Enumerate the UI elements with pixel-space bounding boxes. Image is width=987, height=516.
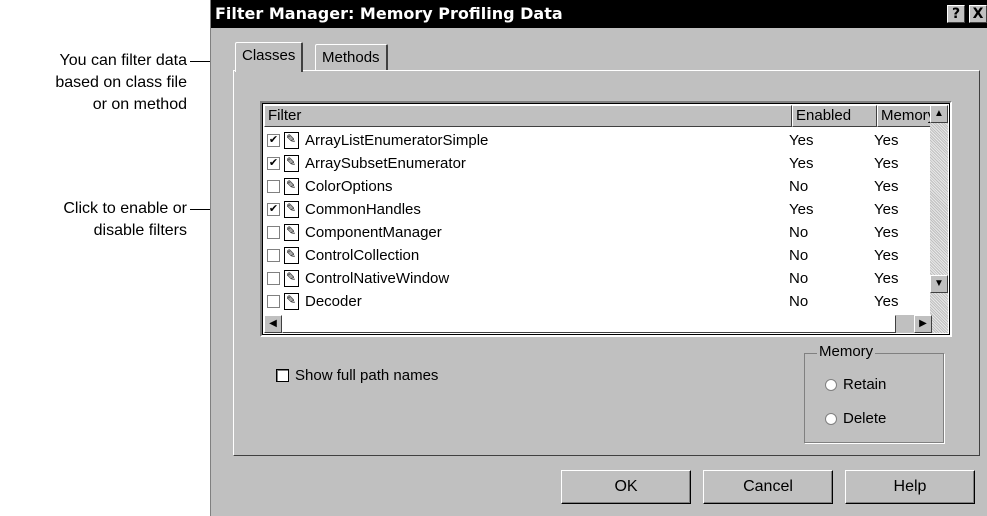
horizontal-scroll-thumb[interactable] — [282, 315, 896, 333]
vertical-scrollbar[interactable]: ▲ ▼ — [930, 105, 948, 333]
callout-line-2: disable filters — [93, 222, 187, 239]
scroll-left-button[interactable]: ◀ — [264, 315, 282, 333]
column-header-memory[interactable]: Memory — [877, 105, 934, 127]
retain-label: Retain — [843, 376, 887, 393]
tab-panel-classes: Filter Enabled Memory ArrayListEnumerato… — [233, 70, 980, 456]
delete-label: Delete — [843, 410, 887, 427]
show-full-path-label: Show full path names — [295, 367, 439, 384]
filter-manager-dialog: Filter Manager: Memory Profiling Data ? … — [210, 0, 987, 516]
row-enabled-value: No — [789, 269, 809, 287]
row-enabled-value: No — [789, 177, 809, 195]
close-button[interactable]: X — [969, 5, 987, 23]
show-full-path-checkbox[interactable]: Show full path names — [276, 367, 438, 384]
row-filter-name: Decoder — [305, 292, 362, 310]
tab-methods-label: Methods — [322, 49, 380, 66]
row-enabled-value: Yes — [789, 131, 814, 149]
row-enable-checkbox[interactable] — [267, 133, 280, 147]
callout-line-1: You can filter data — [59, 52, 188, 69]
list-header: Filter Enabled Memory — [264, 105, 934, 127]
row-filter-name: ControlCollection — [305, 246, 420, 264]
row-filter-name: ControlNativeWindow — [305, 269, 450, 287]
list-row[interactable]: ComponentManager No Yes — [264, 221, 932, 243]
ok-button[interactable]: OK — [561, 470, 691, 504]
list-row[interactable]: Decoder No Yes — [264, 290, 932, 312]
dialog-title: Filter Manager: Memory Profiling Data — [215, 4, 563, 23]
row-filter-name: ArraySubsetEnumerator — [305, 154, 466, 172]
row-enable-checkbox[interactable] — [267, 248, 280, 262]
class-file-icon — [284, 154, 299, 172]
callout-filter-type: You can filter data based on class file … — [55, 50, 187, 116]
filter-list[interactable]: Filter Enabled Memory ArrayListEnumerato… — [260, 101, 952, 337]
column-header-filter[interactable]: Filter — [264, 105, 792, 127]
row-enabled-value: Yes — [789, 200, 814, 218]
row-enable-checkbox[interactable] — [267, 294, 280, 308]
row-memory-value: Yes — [874, 246, 899, 264]
memory-groupbox: Memory Retain Delete — [804, 343, 944, 443]
row-memory-value: Yes — [874, 154, 899, 172]
title-bar: Filter Manager: Memory Profiling Data ? … — [211, 0, 987, 28]
row-memory-value: Yes — [874, 269, 899, 287]
row-enable-checkbox[interactable] — [267, 179, 280, 193]
retain-radio[interactable]: Retain — [825, 376, 886, 393]
class-file-icon — [284, 200, 299, 218]
class-file-icon — [284, 223, 299, 241]
row-memory-value: Yes — [874, 177, 899, 195]
row-enable-checkbox[interactable] — [267, 225, 280, 239]
row-filter-name: ComponentManager — [305, 223, 442, 241]
callout-line-3: or on method — [92, 96, 187, 113]
class-file-icon — [284, 292, 299, 310]
row-enabled-value: No — [789, 246, 809, 264]
row-enabled-value: No — [789, 223, 809, 241]
list-row[interactable]: ControlNativeWindow No Yes — [264, 267, 932, 289]
list-row[interactable]: ArrayListEnumeratorSimple Yes Yes — [264, 129, 932, 151]
scroll-right-button[interactable]: ▶ — [914, 315, 932, 333]
scroll-up-button[interactable]: ▲ — [930, 105, 948, 123]
row-memory-value: Yes — [874, 223, 899, 241]
column-header-enabled[interactable]: Enabled — [792, 105, 877, 127]
class-file-icon — [284, 246, 299, 264]
help-title-button[interactable]: ? — [947, 5, 965, 23]
callout-line-1: Click to enable or — [63, 200, 187, 217]
row-enable-checkbox[interactable] — [267, 156, 280, 170]
tab-methods[interactable]: Methods — [315, 44, 388, 72]
class-file-icon — [284, 269, 299, 287]
memory-group-title: Memory — [817, 343, 876, 360]
list-row[interactable]: ControlCollection No Yes — [264, 244, 932, 266]
row-filter-name: ArrayListEnumeratorSimple — [305, 131, 489, 149]
cancel-button[interactable]: Cancel — [703, 470, 833, 504]
callout-enable-filters: Click to enable or disable filters — [63, 198, 187, 242]
row-enable-checkbox[interactable] — [267, 202, 280, 216]
row-enabled-value: No — [789, 292, 809, 310]
help-button[interactable]: Help — [845, 470, 975, 504]
tab-classes-label: Classes — [242, 47, 296, 64]
row-enable-checkbox[interactable] — [267, 271, 280, 285]
class-file-icon — [284, 177, 299, 195]
class-file-icon — [284, 131, 299, 149]
scroll-down-button[interactable]: ▼ — [930, 275, 948, 293]
tab-classes[interactable]: Classes — [235, 42, 304, 72]
row-memory-value: Yes — [874, 292, 899, 310]
list-row[interactable]: ArraySubsetEnumerator Yes Yes — [264, 152, 932, 174]
horizontal-scrollbar[interactable]: ◀ ▶ — [264, 315, 932, 333]
row-memory-value: Yes — [874, 131, 899, 149]
row-enabled-value: Yes — [789, 154, 814, 172]
callout-line-2: based on class file — [55, 74, 187, 91]
row-memory-value: Yes — [874, 200, 899, 218]
radio-circle[interactable] — [825, 412, 837, 425]
list-row[interactable]: CommonHandles Yes Yes — [264, 198, 932, 220]
delete-radio[interactable]: Delete — [825, 410, 886, 427]
row-filter-name: ColorOptions — [305, 177, 393, 195]
row-filter-name: CommonHandles — [305, 200, 421, 218]
checkbox-box[interactable] — [276, 369, 289, 382]
list-row[interactable]: ColorOptions No Yes — [264, 175, 932, 197]
radio-circle[interactable] — [825, 378, 837, 391]
